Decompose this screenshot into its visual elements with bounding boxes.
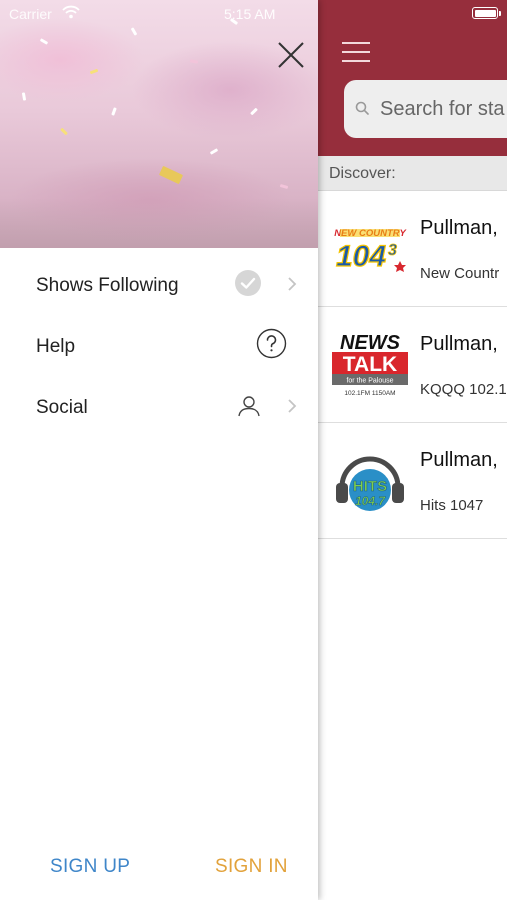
- station-description: New Countr: [420, 265, 500, 282]
- help-circle-icon: [256, 328, 287, 359]
- menu-item-label: Social: [36, 397, 88, 418]
- main-screen: Discover: NEW COUNTRY 104 3 Pullman, New…: [318, 0, 507, 900]
- station-row[interactable]: NEW COUNTRY 104 3 Pullman, New Countr: [318, 191, 507, 307]
- sign-up-button[interactable]: SIGN UP: [50, 856, 130, 878]
- chevron-right-icon: [288, 399, 297, 413]
- svg-text:102.1FM 1150AM: 102.1FM 1150AM: [344, 390, 395, 397]
- search-bar[interactable]: [344, 80, 507, 138]
- discover-label: Discover:: [329, 165, 396, 182]
- hamburger-menu-icon[interactable]: [342, 40, 370, 62]
- menu-item-help[interactable]: Help: [0, 315, 318, 375]
- station-city: Pullman,: [420, 217, 498, 239]
- drawer-hero-image: Carrier 5:15 AM: [0, 0, 318, 248]
- svg-text:104: 104: [336, 240, 386, 273]
- side-drawer: Carrier 5:15 AM Shows Following Help Soc…: [0, 0, 318, 900]
- hits-104-7-logo: HITS 104.7: [336, 456, 404, 511]
- sign-in-button[interactable]: SIGN IN: [215, 856, 288, 878]
- search-icon: [355, 101, 369, 115]
- station-description: KQQQ 102.1: [420, 381, 507, 398]
- carrier-label: Carrier: [9, 6, 52, 22]
- menu-item-label: Shows Following: [36, 275, 179, 296]
- status-time: 5:15 AM: [224, 6, 276, 22]
- svg-text:104.7: 104.7: [355, 494, 386, 508]
- chevron-right-icon: [288, 277, 297, 291]
- person-icon: [238, 396, 260, 417]
- station-row[interactable]: HITS 104.7 Pullman, Hits 1047: [318, 423, 507, 539]
- svg-text:for the Palouse: for the Palouse: [346, 378, 393, 385]
- station-row[interactable]: NEWS TALK for the Palouse 102.1FM 1150AM…: [318, 307, 507, 423]
- search-input[interactable]: [380, 80, 507, 138]
- svg-text:NEWS: NEWS: [340, 332, 401, 354]
- battery-icon: [472, 7, 498, 19]
- app-header: [318, 0, 507, 156]
- menu-item-label: Help: [36, 336, 76, 357]
- svg-text:3: 3: [388, 242, 397, 259]
- menu-item-shows-following[interactable]: Shows Following: [0, 254, 318, 314]
- new-country-104-3-logo: NEW COUNTRY 104 3: [334, 228, 407, 274]
- svg-text:HITS: HITS: [353, 478, 387, 495]
- svg-text:TALK: TALK: [343, 353, 397, 376]
- menu-item-social[interactable]: Social: [0, 376, 318, 436]
- discover-section-header: Discover:: [318, 156, 507, 191]
- wifi-icon: [62, 5, 80, 19]
- station-city: Pullman,: [420, 449, 498, 471]
- station-city: Pullman,: [420, 333, 498, 355]
- news-talk-logo: NEWS TALK for the Palouse 102.1FM 1150AM: [332, 332, 408, 397]
- check-circle-icon: [235, 270, 261, 296]
- station-description: Hits 1047: [420, 497, 484, 514]
- close-icon[interactable]: [276, 40, 306, 70]
